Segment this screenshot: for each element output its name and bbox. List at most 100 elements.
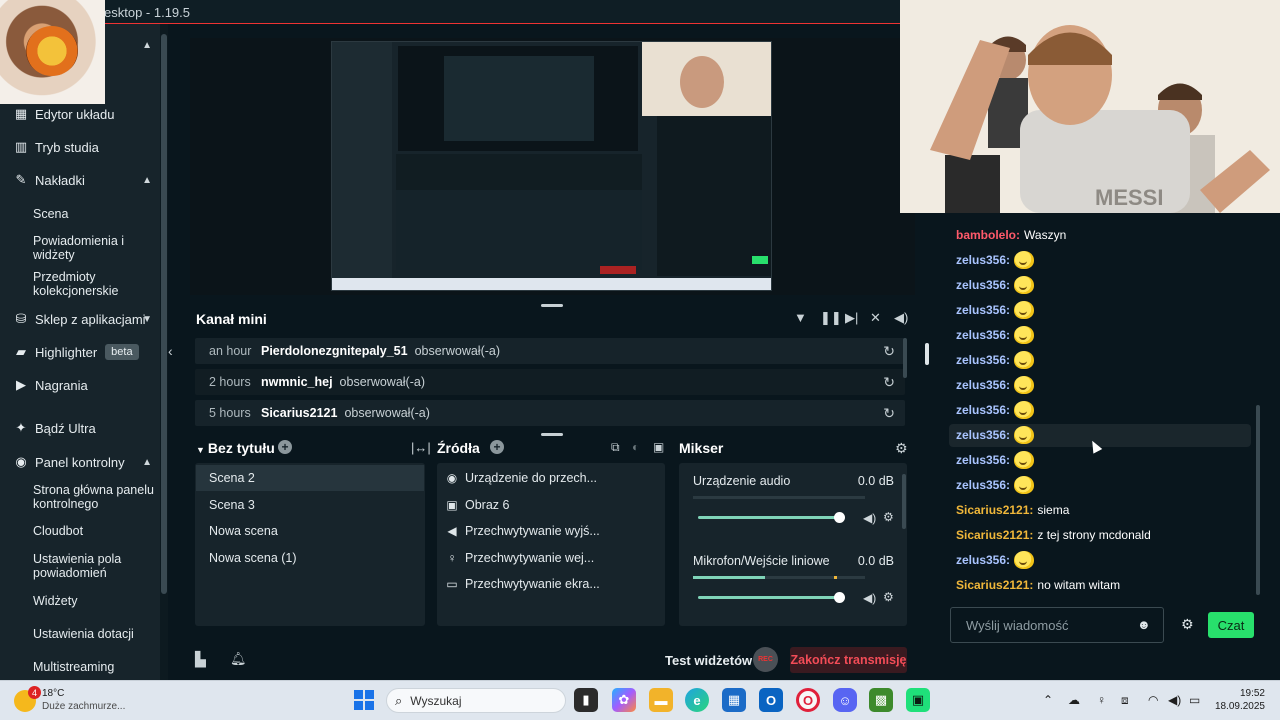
chat-username[interactable]: zelus356: [956,403,1010,417]
source-item[interactable]: ◀ Przechwytywanie wyjś... [446,518,656,544]
scene-item[interactable]: Nowa scena [196,518,424,544]
source-item[interactable]: ▭ Przechwytywanie ekra... [446,571,656,597]
sidebar-item-studio-mode[interactable]: ▥ Tryb studia [0,137,160,157]
emoji-icon[interactable]: ☻ [1137,617,1151,632]
channel-settings-gear-icon[interactable]: ⚙ [883,510,894,524]
scene-item[interactable]: Nowa scena (1) [196,545,424,571]
filter-icon[interactable]: ▼ [794,310,807,325]
chat-username[interactable]: zelus356: [956,378,1010,392]
tray-app-icon[interactable]: ☁ [1068,693,1080,707]
chat-username[interactable]: zelus356: [956,303,1010,317]
record-button[interactable]: REC [753,647,778,672]
chat-username[interactable]: zelus356: [956,428,1010,442]
sidebar-item-alertbox-settings[interactable]: Ustawienia pola powiadomień [0,551,160,581]
chat-scrollbar[interactable] [1256,405,1260,595]
discord-icon[interactable]: ☺ [833,688,857,712]
weather-widget[interactable]: 4 18°C Duże zachmurze... [14,686,134,716]
sidebar-item-collectibles[interactable]: Przedmioty kolekcjonerskie [0,269,160,299]
microsoft-store-icon[interactable]: ▦ [722,688,746,712]
source-item[interactable]: ◉ Urządzenie do przech... [446,465,656,491]
resize-handle[interactable] [541,433,563,436]
mixer-scrollbar[interactable] [902,474,906,529]
test-widgets-button[interactable]: Test widżetów [665,653,752,668]
replay-icon[interactable]: ↻ [883,343,895,360]
streamlabs-icon[interactable]: ▣ [906,688,930,712]
chat-username[interactable]: zelus356: [956,353,1010,367]
battery-icon[interactable]: ▭ [1189,693,1200,707]
opera-icon[interactable]: O [796,688,820,712]
performance-stats-icon[interactable]: ▙ [195,651,206,668]
chat-username[interactable]: zelus356: [956,253,1010,267]
scrollbar-thumb[interactable] [161,34,167,594]
chat-send-button[interactable]: Czat [1208,612,1254,638]
sidebar-item-app-store[interactable]: ⛁ Sklep z aplikacjami ▼ [0,309,160,329]
mixer-settings-gear-icon[interactable]: ⚙ [895,440,908,457]
volume-slider[interactable] [698,516,840,519]
windows-start-icon[interactable] [354,690,374,710]
source-properties-icon[interactable]: ⧉ [611,440,620,455]
chat-username[interactable]: Sicarius2121: [956,503,1033,517]
add-folder-icon[interactable]: ▣ [653,440,664,454]
chat-username[interactable]: zelus356: [956,478,1010,492]
chat-username[interactable]: bambolelo: [956,228,1020,242]
network-tray-icon[interactable]: ⧈ [1121,693,1129,708]
copilot-icon[interactable]: ✿ [612,688,636,712]
chat-username[interactable]: zelus356: [956,553,1010,567]
sidebar-item-scene[interactable]: Scena [0,204,160,224]
volume-slider[interactable] [698,596,840,599]
task-view-icon[interactable]: ▮ [574,688,598,712]
scene-item[interactable]: Scena 2 [196,465,424,491]
outlook-icon[interactable]: O [759,688,783,712]
sidebar-item-ultra[interactable]: ✦ Bądź Ultra [0,418,160,438]
collapse-sidebar-chevron-icon[interactable]: ‹ [168,343,173,359]
sidebar-item-dashboard[interactable]: ◉ Panel kontrolny ▲ [0,452,160,472]
chevron-down-icon[interactable]: ▼ [196,445,205,455]
sidebar-item-dashboard-home[interactable]: Strona główna panelu kontrolnego [0,482,160,512]
microphone-tray-icon[interactable]: ♀ [1097,693,1106,707]
tray-overflow-chevron-icon[interactable]: ⌃ [1043,693,1053,707]
sidebar-item-widgets[interactable]: Widżety [0,591,160,611]
taskbar-search[interactable]: ⌕ Wyszukaj [386,688,566,713]
chat-username[interactable]: Sicarius2121: [956,578,1033,592]
mute-speaker-icon[interactable]: ◀) [863,591,876,605]
add-source-icon[interactable]: + [490,440,504,454]
source-item[interactable]: ▣ Obraz 6 [446,492,656,518]
resize-handle[interactable] [541,304,563,307]
minecraft-icon[interactable]: ▩ [869,688,893,712]
scene-item[interactable]: Scena 3 [196,492,424,518]
wifi-icon[interactable]: ◠ [1148,693,1158,707]
chevron-up-icon[interactable]: ▲ [142,40,152,51]
volume-slider-handle[interactable] [834,592,845,603]
scene-transitions-icon[interactable]: |↔| [411,440,431,455]
notifications-bell-icon[interactable]: 🔔︎ [230,651,247,667]
chat-message-input[interactable] [950,607,1164,643]
sidebar-item-donation-settings[interactable]: Ustawienia dotacji [0,624,160,644]
skip-icon[interactable]: ▶| [845,310,858,326]
feed-scrollbar[interactable] [903,338,907,378]
scene-collection-name[interactable]: Bez tytułu [208,440,275,456]
volume-slider-handle[interactable] [834,512,845,523]
sidebar-scrollbar[interactable] [160,24,168,680]
source-filters-icon[interactable]: ◐ [632,440,639,454]
volume-tray-icon[interactable]: ◀) [1168,693,1181,707]
channel-settings-gear-icon[interactable]: ⚙ [883,590,894,604]
chat-username[interactable]: zelus356: [956,278,1010,292]
system-clock[interactable]: 19:52 18.09.2025 [1213,687,1265,713]
pause-icon[interactable]: ❚❚ [820,310,842,326]
volume-icon[interactable]: ◀) [894,310,908,326]
mute-alerts-icon[interactable]: ✕ [870,310,881,326]
sidebar-item-layout-editor[interactable]: ▦ Edytor układu [0,104,160,124]
chat-username[interactable]: Sicarius2121: [956,528,1033,542]
source-item[interactable]: ♀ Przechwytywanie wej... [446,545,656,571]
file-explorer-icon[interactable]: ▬ [649,688,673,712]
chat-username[interactable]: zelus356: [956,453,1010,467]
panel-resize-handle[interactable] [925,343,929,365]
sidebar-item-overlays[interactable]: ✎ Nakładki ▲ [0,170,160,190]
sidebar-item-notifications-widgets[interactable]: Powiadomienia i widżety [0,233,160,263]
sidebar-item-multistreaming[interactable]: Multistreaming [0,657,160,677]
chat-settings-gear-icon[interactable]: ⚙ [1181,616,1194,633]
replay-icon[interactable]: ↻ [883,374,895,391]
end-stream-button[interactable]: Zakończ transmisję [790,647,907,673]
sidebar-item-recordings[interactable]: ▶ Nagrania [0,375,160,395]
edge-browser-icon[interactable]: e [685,688,709,712]
